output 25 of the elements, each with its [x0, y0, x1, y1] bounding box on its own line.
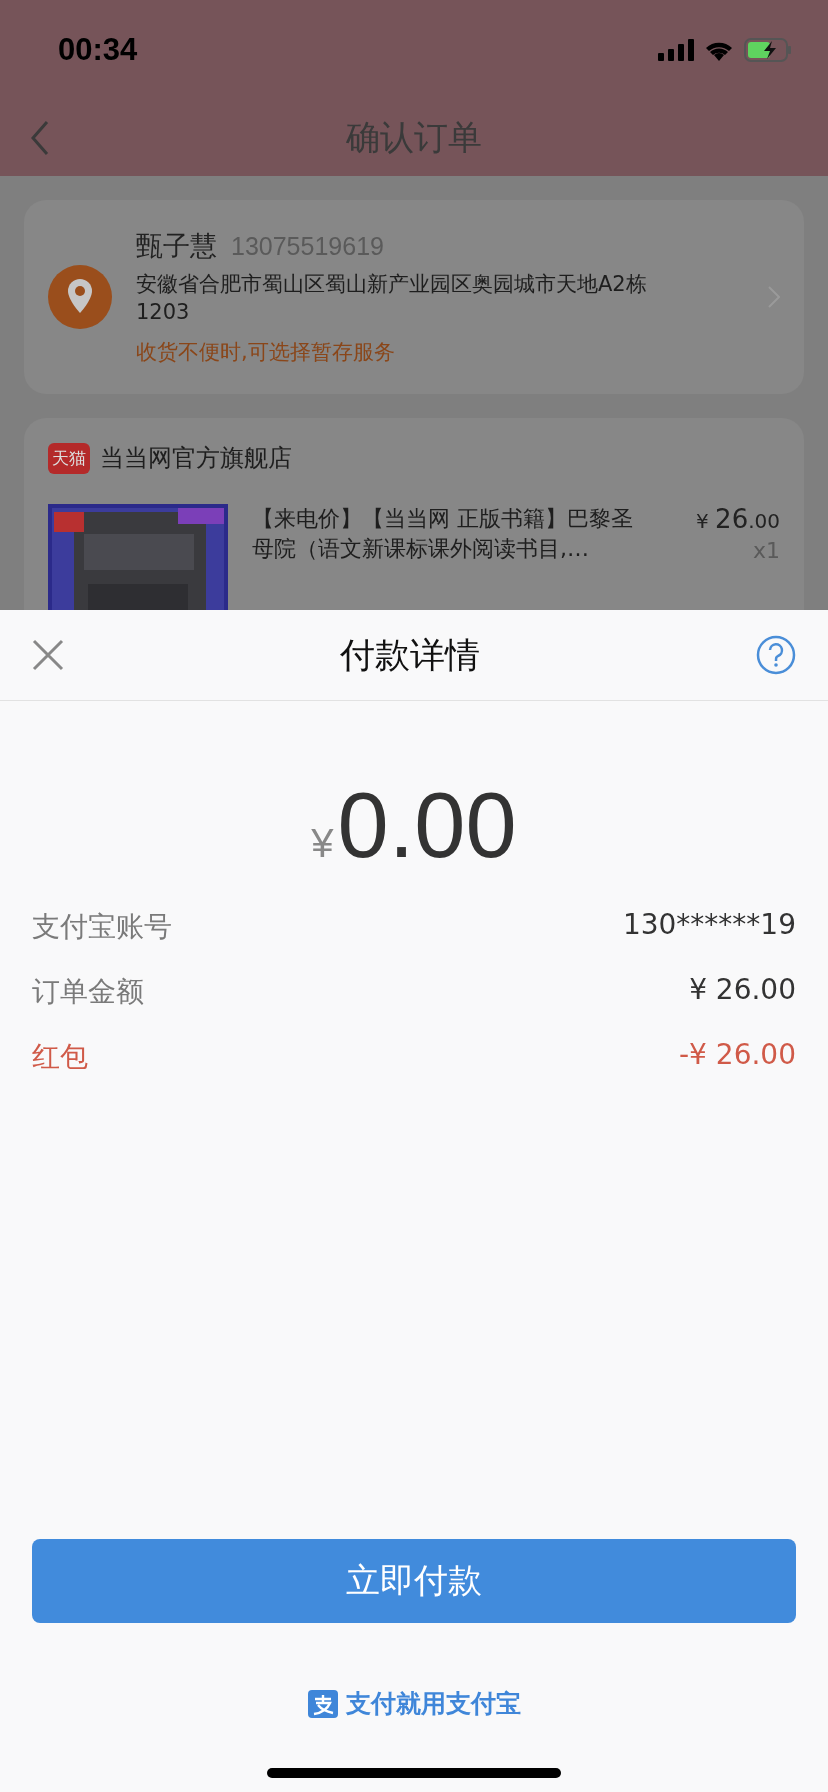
location-pin-icon: [48, 265, 112, 329]
status-time: 00:34: [58, 32, 138, 68]
alipay-slogan: 支付就用支付宝: [345, 1688, 521, 1720]
detail-label: 支付宝账号: [32, 909, 172, 945]
detail-value: 130******19: [622, 908, 796, 943]
page-title: 确认订单: [346, 116, 482, 159]
store-badge: 天猫: [48, 442, 90, 474]
signal-icon: [658, 39, 694, 61]
pay-now-button[interactable]: 立即付款: [32, 1539, 796, 1623]
back-icon[interactable]: [30, 120, 50, 156]
detail-value: ¥ 26.00: [689, 973, 796, 1008]
delivery-address: 安徽省合肥市蜀山区蜀山新产业园区奥园城市天地A2栋1203: [136, 271, 648, 326]
close-icon[interactable]: [32, 639, 64, 671]
battery-icon: [744, 38, 792, 62]
recipient-name: 甄子慧: [136, 229, 217, 263]
payment-amount: ¥0.00: [310, 773, 518, 878]
sheet-title: 付款详情: [340, 633, 480, 677]
product-price: ¥ 26.00: [695, 504, 780, 534]
help-icon[interactable]: [756, 635, 796, 675]
store-name[interactable]: 当当网官方旗舰店: [100, 442, 292, 474]
product-title[interactable]: 【来电价】【当当网 正版书籍】巴黎圣母院（语文新课标课外阅读书目,…: [252, 504, 637, 564]
detail-label: 红包: [32, 1039, 88, 1075]
alipay-logo-icon: [307, 1689, 338, 1718]
detail-label: 订单金额: [32, 974, 144, 1010]
detail-value: -¥ 26.00: [679, 1038, 796, 1073]
